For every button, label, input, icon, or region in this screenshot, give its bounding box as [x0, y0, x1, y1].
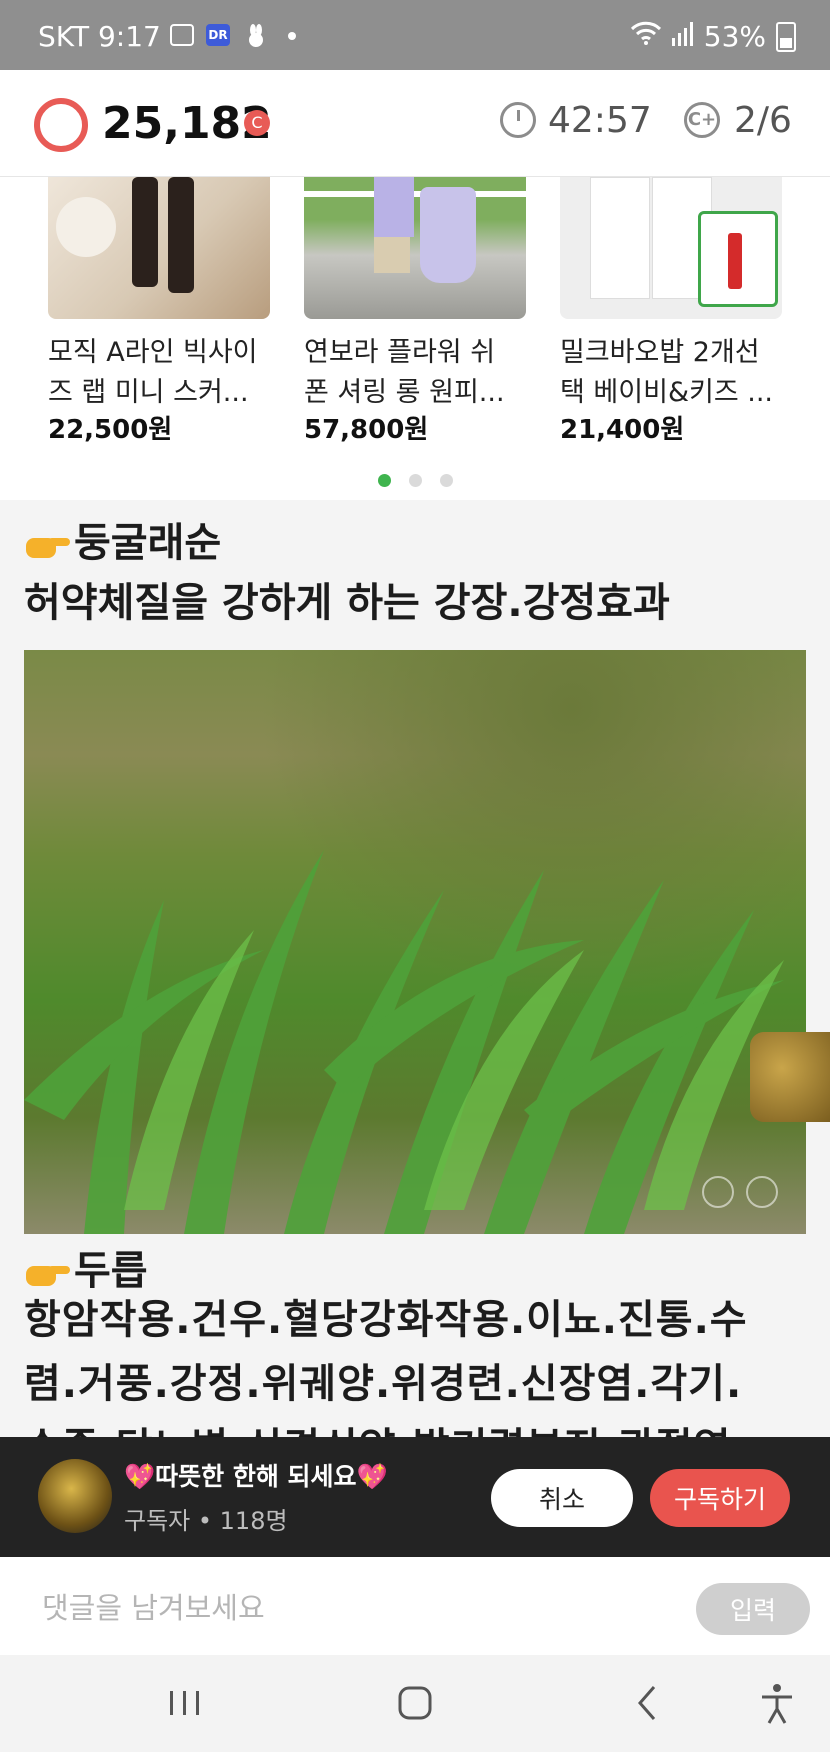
app-badge-icon: DR — [206, 24, 230, 46]
clock-icon — [500, 102, 536, 138]
comment-bar: 입력 — [0, 1557, 830, 1655]
expand-icon[interactable] — [746, 1176, 778, 1208]
back-icon[interactable] — [622, 1681, 672, 1725]
channel-avatar[interactable] — [38, 1459, 112, 1533]
cancel-button[interactable]: 취소 — [491, 1469, 633, 1527]
pointing-hand-icon — [26, 1266, 70, 1286]
channel-title[interactable]: 💖따뜻한 한해 되세요💖 — [124, 1457, 388, 1493]
product-card[interactable]: 연보라 플라워 쉬폰 셔링 롱 원피... 57,800원 — [304, 177, 526, 447]
photo-controls — [702, 1176, 778, 1208]
signal-icon — [671, 20, 694, 53]
battery-icon — [776, 21, 796, 52]
product-image[interactable] — [48, 177, 270, 319]
floating-thumbnail[interactable] — [750, 1032, 830, 1122]
recent-apps-icon[interactable] — [160, 1681, 210, 1725]
battery-percent: 53% — [703, 20, 766, 53]
plant-leaves — [24, 850, 784, 1234]
plant-photo[interactable] — [24, 650, 806, 1234]
home-icon[interactable] — [390, 1681, 440, 1725]
comment-input[interactable] — [40, 1583, 664, 1633]
carousel-dot-active[interactable] — [378, 474, 391, 487]
product-carousel[interactable]: 모직 A라인 빅사이 즈 랩 미니 스커... 22,500원 연보라 플라워 쉬… — [0, 177, 830, 487]
product-name[interactable]: 모직 A라인 빅사이 즈 랩 미니 스커... — [48, 333, 270, 413]
system-nav-bar — [0, 1655, 830, 1752]
accessibility-icon[interactable] — [752, 1681, 802, 1725]
pointing-hand-icon — [26, 538, 70, 558]
product-image[interactable] — [304, 177, 526, 319]
carousel-dot[interactable] — [440, 474, 453, 487]
carousel-dot[interactable] — [409, 474, 422, 487]
emoji-icon[interactable] — [702, 1176, 734, 1208]
product-card[interactable]: 밀크바오밥 2개선 택 베이비&키즈 ... 21,400원 — [560, 177, 782, 447]
article-body: 둥굴래순 허약체질을 강하게 하는 강장.강정효과 두릅 항암작용.건우.혈당강… — [0, 500, 830, 1471]
page-count: 2/6 — [734, 100, 792, 141]
coin-badge: C — [244, 110, 270, 136]
gallery-icon — [170, 24, 194, 46]
product-image[interactable] — [560, 177, 782, 319]
coin-plus-icon: C+ — [684, 102, 720, 138]
status-right: 53% — [630, 20, 796, 53]
product-name[interactable]: 밀크바오밥 2개선 택 베이비&키즈 ... — [560, 333, 782, 413]
notification-dot-icon — [288, 32, 296, 40]
section-subtitle: 허약체질을 강하게 하는 강장.강정효과 — [24, 580, 670, 626]
product-name[interactable]: 연보라 플라워 쉬폰 셔링 롱 원피... — [304, 333, 526, 413]
rabbit-icon — [244, 24, 268, 47]
progress-ring-icon[interactable] — [34, 98, 88, 152]
subscribe-bar: 💖따뜻한 한해 되세요💖 구독자 • 118명 취소 구독하기 — [0, 1437, 830, 1557]
reward-header: 25,182 C 42:57 C+ 2/6 — [0, 70, 830, 177]
section-heading: 둥굴래순 — [24, 510, 221, 568]
subscriber-count: 구독자 • 118명 — [124, 1507, 288, 1535]
product-price: 22,500원 — [48, 415, 173, 445]
product-card[interactable]: 모직 A라인 빅사이 즈 랩 미니 스커... 22,500원 — [48, 177, 270, 447]
carousel-dots — [378, 474, 453, 487]
wifi-icon — [630, 20, 662, 53]
submit-comment-button[interactable]: 입력 — [696, 1583, 810, 1635]
product-price: 57,800원 — [304, 415, 429, 445]
subscribe-button[interactable]: 구독하기 — [650, 1469, 790, 1527]
status-time: SKT 9:17 — [38, 20, 161, 53]
product-price: 21,400원 — [560, 415, 685, 445]
timer-value: 42:57 — [548, 100, 652, 141]
status-bar: SKT 9:17 DR 53% — [0, 0, 830, 70]
